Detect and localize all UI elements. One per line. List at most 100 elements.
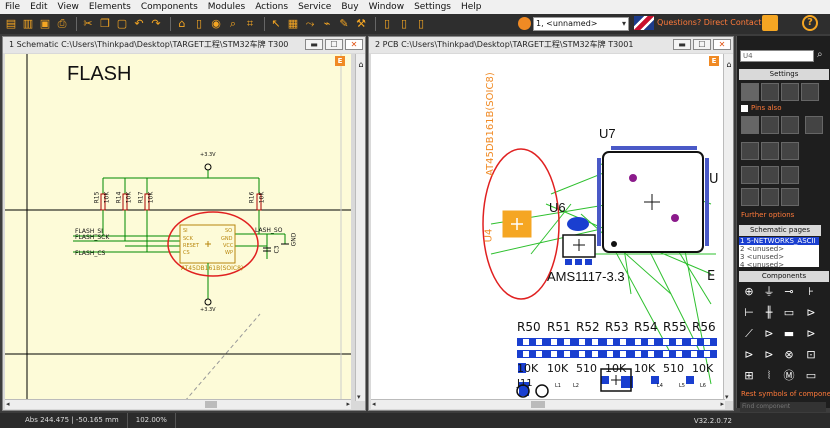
schematic-canvas[interactable]: FLASH E +3.3V +3.3V R15 R14 R17 R16 10K … bbox=[5, 54, 351, 401]
menu-settings[interactable]: Settings bbox=[409, 0, 456, 14]
pcb-scrollbar-h[interactable]: ◂ ▸ bbox=[371, 399, 725, 409]
resistor2-symbol-icon[interactable]: ▭ bbox=[781, 305, 797, 321]
crystal-symbol-icon[interactable]: ⊞ bbox=[741, 368, 757, 384]
tool-button[interactable] bbox=[781, 142, 799, 160]
minimize-button[interactable]: ▬ bbox=[673, 39, 691, 50]
select-tool-button[interactable] bbox=[741, 83, 759, 101]
pointer-icon[interactable]: ↖ bbox=[269, 17, 283, 31]
tool-button[interactable] bbox=[781, 166, 799, 184]
settings-header[interactable]: Settings bbox=[739, 69, 829, 80]
print-icon[interactable]: ⎙ bbox=[55, 17, 69, 31]
scroll-right-icon[interactable]: ▸ bbox=[346, 400, 350, 408]
binoculars-icon[interactable]: ⌕ bbox=[817, 49, 823, 60]
menu-modules[interactable]: Modules bbox=[203, 0, 250, 14]
close-button[interactable]: ✕ bbox=[713, 39, 731, 50]
rest-symbols-link[interactable]: Rest symbols of components bbox=[741, 390, 830, 398]
tool-button[interactable] bbox=[781, 188, 799, 206]
tool-button[interactable] bbox=[761, 188, 779, 206]
flag-icon[interactable] bbox=[634, 16, 654, 30]
zoom-icon[interactable]: ⌕ bbox=[226, 17, 240, 31]
motor-symbol-icon[interactable]: Ⓜ bbox=[781, 368, 797, 384]
fuse-symbol-icon[interactable]: ▬ bbox=[781, 326, 797, 342]
menu-actions[interactable]: Actions bbox=[250, 0, 293, 14]
ground-symbol-icon[interactable]: ⏚ bbox=[761, 284, 777, 300]
tool-button[interactable] bbox=[801, 83, 819, 101]
sun-icon[interactable] bbox=[518, 17, 531, 30]
further-options-link[interactable]: Further options bbox=[741, 211, 794, 219]
paste-icon[interactable]: ▢ bbox=[115, 17, 129, 31]
tool-button[interactable] bbox=[781, 83, 799, 101]
zener-symbol-icon[interactable]: ⊳ bbox=[803, 326, 819, 342]
transistor-symbol-icon[interactable]: ⊳ bbox=[741, 347, 757, 363]
tool-button[interactable] bbox=[761, 166, 779, 184]
scroll-right-icon[interactable]: ▸ bbox=[720, 400, 724, 408]
relay-symbol-icon[interactable]: ⊗ bbox=[781, 347, 797, 363]
pen-icon[interactable]: ✎ bbox=[337, 17, 351, 31]
power-symbol-icon[interactable]: ⊕ bbox=[741, 284, 757, 300]
open-file-icon[interactable]: ▥ bbox=[21, 17, 35, 31]
menu-buy[interactable]: Buy bbox=[336, 0, 363, 14]
lock-icon[interactable]: ⌂ bbox=[356, 60, 366, 70]
menu-edit[interactable]: Edit bbox=[25, 0, 52, 14]
resistor-symbol-icon[interactable]: ⊢ bbox=[741, 305, 757, 321]
zoom-fit-icon[interactable]: ⌗ bbox=[243, 17, 257, 31]
page-select[interactable]: 1, <unnamed> ▾ bbox=[533, 17, 629, 31]
page-item[interactable]: 1 5-NETWORKS_ASCII bbox=[739, 237, 819, 245]
page-icon[interactable]: ▯ bbox=[192, 17, 206, 31]
edit-badge[interactable]: E bbox=[335, 56, 345, 66]
calculator-icon[interactable] bbox=[762, 15, 778, 31]
scroll-thumb[interactable] bbox=[205, 401, 217, 408]
pcb-scrollbar-v[interactable]: ⌂ ▾ bbox=[723, 54, 733, 401]
tool-button[interactable] bbox=[805, 116, 823, 134]
components-header[interactable]: Components bbox=[739, 271, 829, 282]
scroll-left-icon[interactable]: ◂ bbox=[372, 400, 376, 408]
copy-icon[interactable]: ❐ bbox=[98, 17, 112, 31]
wire-icon[interactable]: ⌁ bbox=[320, 17, 334, 31]
capacitor-symbol-icon[interactable]: ╫ bbox=[761, 305, 777, 321]
tool-icon[interactable]: ⚒ bbox=[354, 17, 368, 31]
close-button[interactable]: ✕ bbox=[345, 39, 363, 50]
menu-window[interactable]: Window bbox=[364, 0, 410, 14]
tool-button[interactable] bbox=[761, 142, 779, 160]
scroll-down-icon[interactable]: ▾ bbox=[725, 393, 729, 401]
schematic-scrollbar-h[interactable]: ◂ ▸ bbox=[5, 399, 351, 409]
component-icon[interactable]: ⌂ bbox=[175, 17, 189, 31]
page-item[interactable]: 3 <unused> bbox=[739, 253, 819, 261]
doc3-icon[interactable]: ▯ bbox=[414, 17, 428, 31]
search-input[interactable]: U4 bbox=[740, 50, 814, 62]
menu-components[interactable]: Components bbox=[136, 0, 203, 14]
pcb-canvas[interactable]: E U7 U6 U4 AT45DB161B(SOIC8) AMS1117-3.3… bbox=[371, 54, 725, 401]
page-item[interactable]: 4 <unused> bbox=[739, 261, 819, 269]
library-icon[interactable]: ▦ bbox=[286, 17, 300, 31]
cut-icon[interactable]: ✂ bbox=[81, 17, 95, 31]
tool-button[interactable] bbox=[761, 83, 779, 101]
maximize-button[interactable]: ☐ bbox=[693, 39, 711, 50]
box-symbol-icon[interactable]: ▭ bbox=[803, 368, 819, 384]
menu-file[interactable]: File bbox=[0, 0, 25, 14]
help-icon[interactable]: ? bbox=[802, 15, 818, 31]
undo-icon[interactable]: ↶ bbox=[132, 17, 146, 31]
connector-symbol-icon[interactable]: ⊸ bbox=[781, 284, 797, 300]
scroll-thumb[interactable] bbox=[531, 401, 545, 408]
maximize-button[interactable]: ☐ bbox=[325, 39, 343, 50]
diode-symbol-icon[interactable]: ⊳ bbox=[803, 305, 819, 321]
menu-view[interactable]: View bbox=[53, 0, 84, 14]
doc2-icon[interactable]: ▯ bbox=[397, 17, 411, 31]
scroll-down-icon[interactable]: ▾ bbox=[357, 393, 361, 401]
menu-help[interactable]: Help bbox=[456, 0, 487, 14]
eye-icon[interactable]: ◉ bbox=[209, 17, 223, 31]
inductor-symbol-icon[interactable]: ⦚ bbox=[761, 368, 777, 384]
arc-tool-button[interactable] bbox=[741, 142, 759, 160]
opamp-symbol-icon[interactable]: ⊳ bbox=[761, 347, 777, 363]
save-icon[interactable]: ▣ bbox=[38, 17, 52, 31]
scroll-left-icon[interactable]: ◂ bbox=[6, 400, 10, 408]
line-tool-button[interactable] bbox=[741, 166, 759, 184]
menu-elements[interactable]: Elements bbox=[84, 0, 136, 14]
edit-badge[interactable]: E bbox=[709, 56, 719, 66]
redo-icon[interactable]: ↷ bbox=[149, 17, 163, 31]
page-item[interactable]: 2 <unused> bbox=[739, 245, 819, 253]
pins-also-checkbox[interactable] bbox=[741, 105, 748, 112]
draw-tool-button[interactable] bbox=[741, 116, 759, 134]
led-symbol-icon[interactable]: ⊳ bbox=[761, 326, 777, 342]
menu-service[interactable]: Service bbox=[293, 0, 336, 14]
